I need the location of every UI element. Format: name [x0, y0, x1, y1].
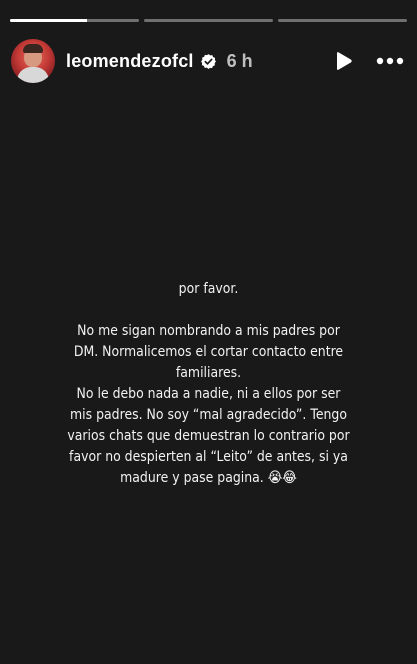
verified-badge-icon: [200, 53, 217, 70]
story-text: por favor. No me sigan nombrando a mis p…: [64, 279, 354, 489]
avatar[interactable]: [11, 39, 55, 83]
progress-segment: [144, 19, 273, 22]
message-paragraph: No me sigan nombrando a mis padres por D…: [73, 323, 344, 381]
play-icon: [337, 52, 352, 70]
message-line: por favor.: [178, 281, 239, 297]
timestamp: 6 h: [226, 50, 253, 71]
more-options-button[interactable]: [375, 49, 405, 73]
progress-segment: [278, 19, 407, 22]
username[interactable]: leomendezofcl: [66, 51, 194, 72]
play-button[interactable]: [333, 49, 355, 73]
message-paragraph: No le debo nada a nadie, ni a ellos por …: [67, 386, 350, 486]
story-header: leomendezofcl 6 h: [11, 38, 405, 84]
story-viewer[interactable]: leomendezofcl 6 h por favor. No me sigan…: [0, 0, 417, 664]
more-options-icon: [376, 57, 404, 65]
story-progress-bar: [10, 19, 407, 22]
progress-segment: [10, 19, 139, 22]
